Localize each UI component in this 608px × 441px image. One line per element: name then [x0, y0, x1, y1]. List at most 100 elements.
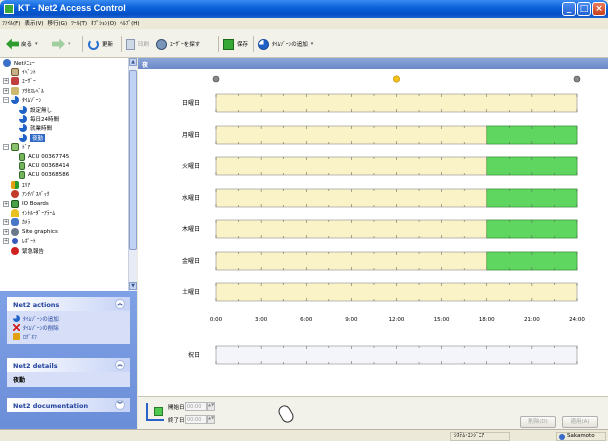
expand-chevron-icon[interactable]: ︾ [115, 400, 125, 410]
hour-tick-label: 24:00 [569, 317, 585, 323]
timezone-icon [19, 133, 27, 142]
maximize-button[interactable]: □ [577, 2, 591, 16]
action-logoff[interactable]: ﾛｸﾞｵﾌ [13, 332, 124, 341]
menu-tools[interactable]: ﾂｰﾙ(T) [69, 18, 89, 28]
hour-tick-label: 0:00 [210, 317, 223, 323]
timezone-icon [19, 115, 27, 124]
moon-icon [573, 75, 581, 83]
tree-item[interactable]: − ﾄﾞｱ [0, 143, 128, 152]
tree-item[interactable]: − ﾀｲﾑｿﾞｰﾝ [0, 96, 128, 105]
tree-item[interactable]: 設定無し [0, 105, 128, 114]
forward-arrow-icon [52, 38, 65, 50]
menu-file[interactable]: ﾌｧｲﾙ(F) [0, 18, 22, 28]
close-button[interactable]: × [592, 2, 606, 16]
end-date-field[interactable]: 00:00 [185, 415, 207, 424]
collapse-chevron-icon[interactable]: ︽ [115, 299, 125, 309]
start-date-spinner[interactable]: ▲▼ [207, 402, 215, 411]
tree-item[interactable]: ｴﾘｱ [0, 180, 128, 189]
tree-item[interactable]: Netﾒﾆｭｰ [0, 58, 128, 67]
save-icon [223, 38, 234, 50]
scroll-thumb[interactable] [129, 70, 137, 250]
print-button[interactable]: 印刷 [126, 37, 149, 51]
intruder-alarm-icon [11, 208, 19, 217]
user-icon [11, 77, 19, 86]
tree-item[interactable]: ACU 00368586 [0, 171, 128, 180]
tree-item[interactable]: 夜勤 [0, 133, 128, 142]
documentation-panel-title: Net2 documentation [13, 402, 89, 410]
scroll-up-button[interactable]: ▲ [129, 58, 137, 66]
tree-item[interactable]: 緊急報告 [0, 246, 128, 255]
day-row-label: 月曜日 [182, 132, 200, 139]
hour-tick-label: 6:00 [300, 317, 313, 323]
delete-button[interactable]: 削除(D) [520, 416, 556, 428]
hour-tick-label: 21:00 [524, 317, 540, 323]
refresh-button[interactable]: 更新 [88, 37, 113, 51]
find-user-button[interactable]: ﾕｰｻﾞｰを探す [156, 37, 200, 51]
expand-icon[interactable]: + [3, 78, 9, 85]
menu-help[interactable]: ﾍﾙﾌﾟ(H) [118, 18, 141, 28]
tree-scrollbar[interactable]: ▲ ▼ [128, 58, 137, 291]
end-date-spinner[interactable]: ▲▼ [207, 415, 215, 424]
add-timezone-button[interactable]: ﾀｲﾑｿﾞｰﾝの追加 ▾ [258, 37, 313, 51]
actions-panel: Net2 actions ︽ ﾀｲﾑｿﾞｰﾝの追加 ﾀｲﾑｿﾞｰﾝの削除 ﾛｸﾞ… [7, 297, 130, 344]
details-panel-header[interactable]: Net2 details ︽ [7, 358, 130, 372]
antipassback-icon [11, 190, 19, 199]
timezone-icon [11, 96, 19, 105]
expand-icon[interactable]: + [3, 238, 9, 245]
title-bar: KT - Net2 Access Control _ □ × [0, 0, 608, 18]
menu-options[interactable]: ｵﾌﾟｼｮﾝ(O) [89, 18, 118, 28]
menu-bar: ﾌｧｲﾙ(F) 表示(V) 移行(G) ﾂｰﾙ(T) ｵﾌﾟｼｮﾝ(O) ﾍﾙﾌ… [0, 18, 608, 29]
tree-item[interactable]: ACU 00368414 [0, 161, 128, 170]
apply-button[interactable]: 適用(A) [562, 416, 598, 428]
tree-item[interactable]: ｱﾝﾁﾊﾟｽﾊﾞｯｸ [0, 189, 128, 199]
save-button[interactable]: 保存 [223, 37, 248, 51]
day-row-label: 水曜日 [182, 194, 200, 202]
tree-item[interactable]: ACU 00367745 [0, 152, 128, 161]
start-date-field[interactable]: 00:00 [185, 402, 207, 411]
tree-item[interactable]: + ﾚﾎﾟｰﾄ [0, 236, 128, 246]
delete-icon [13, 324, 20, 331]
expand-icon[interactable]: + [3, 219, 9, 226]
expand-icon[interactable]: + [3, 87, 9, 94]
minimize-button[interactable]: _ [562, 2, 576, 16]
tree-item-label: ｲﾝﾄﾙｰﾀﾞｰｱﾗｰﾑ [22, 210, 56, 217]
forward-button[interactable]: ▾ [52, 37, 71, 51]
tree-item-label: ｴﾘｱ [22, 182, 31, 189]
tree-item[interactable]: + ｶﾒﾗ [0, 218, 128, 227]
camera-icon [11, 218, 19, 227]
tree-item[interactable]: 毎日24時間 [0, 114, 128, 124]
documentation-panel-header[interactable]: Net2 documentation ︾ [7, 398, 130, 412]
scroll-down-button[interactable]: ▼ [129, 282, 137, 290]
menu-go[interactable]: 移行(G) [46, 18, 70, 28]
tree-item[interactable]: + ｱｸｾｽﾚﾍﾞﾙ [0, 86, 128, 95]
expand-icon[interactable]: + [3, 200, 9, 207]
tree-item[interactable]: ｲﾝﾄﾙｰﾀﾞｰｱﾗｰﾑ [0, 208, 128, 217]
timezone-icon [258, 38, 269, 50]
tree-item-label: Netﾒﾆｭｰ [14, 60, 35, 67]
menu-view[interactable]: 表示(V) [22, 18, 45, 28]
back-arrow-icon [6, 38, 19, 50]
action-add-timezone[interactable]: ﾀｲﾑｿﾞｰﾝの追加 [13, 314, 124, 323]
tree-item[interactable]: 就業時間 [0, 124, 128, 133]
tree-item[interactable]: + ﾕｰｻﾞｰ [0, 77, 128, 86]
back-button[interactable]: 戻る ▾ [6, 37, 38, 51]
access-icon [11, 86, 19, 95]
action-delete-timezone[interactable]: ﾀｲﾑｿﾞｰﾝの削除 [13, 323, 124, 332]
timezone-schedule[interactable]: 日曜日月曜日火曜日水曜日木曜日金曜日土曜日 0:00 3:00 6:00 9:00 12:… [138, 69, 608, 396]
door-icon [11, 143, 19, 152]
tree-item[interactable]: ｲﾍﾞﾝﾄ [0, 67, 128, 77]
tree-item-label: ｲﾍﾞﾝﾄ [22, 70, 36, 77]
collapse-chevron-icon[interactable]: ︽ [115, 360, 125, 370]
tree-item[interactable]: + IO Boards [0, 199, 128, 208]
collapse-icon[interactable]: − [3, 97, 9, 104]
expand-icon[interactable]: + [3, 228, 9, 235]
user-icon [559, 434, 565, 440]
actions-panel-header[interactable]: Net2 actions ︽ [7, 297, 130, 311]
tree-item[interactable]: + Site graphics [0, 227, 128, 236]
net-icon [3, 58, 11, 67]
print-label: 印刷 [138, 42, 150, 48]
collapse-icon[interactable]: − [3, 144, 9, 151]
acu-icon [19, 152, 25, 161]
tree-item-label: ﾕｰｻﾞｰ [22, 79, 36, 86]
main-header: 夜 [138, 58, 608, 69]
